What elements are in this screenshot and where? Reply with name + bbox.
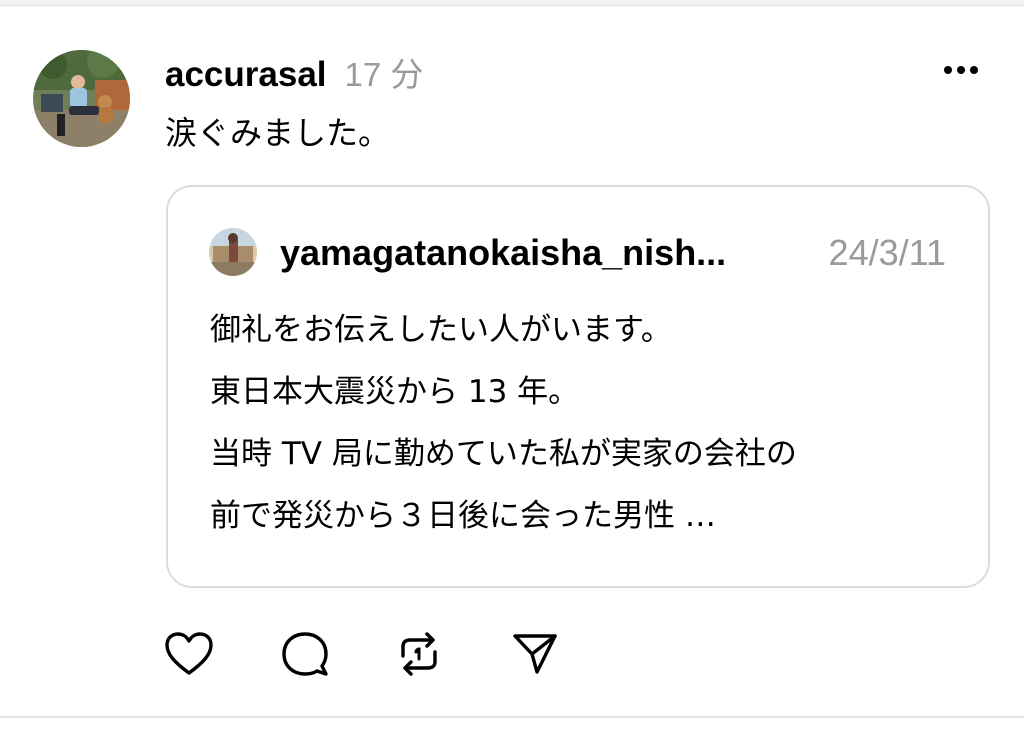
share-button[interactable] bbox=[509, 628, 561, 680]
author-username[interactable]: accurasal bbox=[165, 55, 327, 95]
heart-icon bbox=[165, 632, 213, 675]
post-text: 涙ぐみました。 bbox=[165, 114, 390, 152]
more-options-button[interactable] bbox=[938, 56, 984, 84]
quoted-author-avatar[interactable] bbox=[209, 228, 257, 276]
comment-icon bbox=[282, 632, 328, 676]
top-divider bbox=[0, 0, 1024, 6]
quoted-text-line: 前で発災から３日後に会った男性 … bbox=[210, 498, 716, 534]
quoted-post-text: 御礼をお伝えしたい人がいます。 東日本大震災から 13 年。 当時 TV 局に勤… bbox=[210, 299, 970, 547]
post-header: accurasal 17 分 bbox=[165, 48, 423, 94]
send-icon bbox=[513, 634, 557, 674]
repost-icon bbox=[401, 632, 437, 676]
author-avatar[interactable] bbox=[33, 50, 130, 147]
quoted-post-date: 24/3/11 bbox=[828, 232, 946, 273]
quoted-post-card[interactable]: yamagatanokaisha_nish... 24/3/11 御礼をお伝えし… bbox=[166, 185, 990, 588]
reply-button[interactable] bbox=[279, 628, 331, 680]
quoted-text-line: 東日本大震災から 13 年。 bbox=[210, 374, 580, 410]
repost-button[interactable] bbox=[393, 628, 445, 680]
post-timestamp: 17 分 bbox=[344, 56, 424, 93]
like-button[interactable] bbox=[163, 628, 215, 680]
quoted-text-line: 御礼をお伝えしたい人がいます。 bbox=[210, 312, 672, 348]
quoted-author-username[interactable]: yamagatanokaisha_nish... bbox=[280, 231, 800, 275]
thread-post: accurasal 17 分 涙ぐみました。 yamagatanokaisha_… bbox=[0, 0, 1024, 735]
bottom-divider bbox=[0, 716, 1024, 735]
quoted-text-line: 当時 TV 局に勤めていた私が実家の会社の bbox=[210, 436, 797, 472]
more-horizontal-icon bbox=[944, 66, 978, 74]
